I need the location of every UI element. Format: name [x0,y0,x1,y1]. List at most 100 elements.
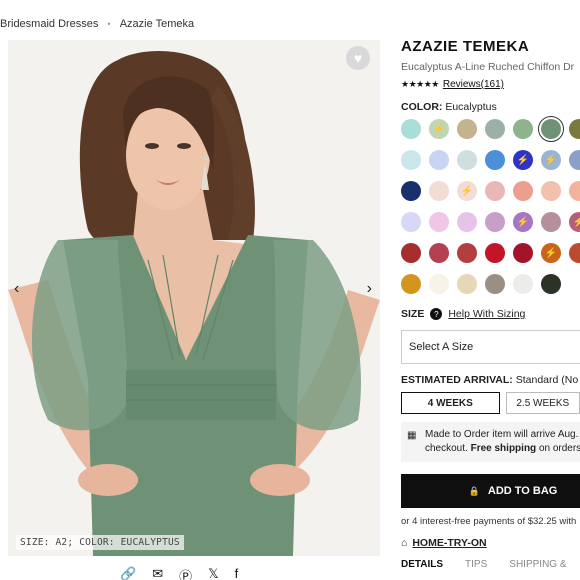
calendar-icon: ▦ [407,430,417,441]
x-icon[interactable]: 𝕏 [208,566,218,580]
color-label: COLOR: Eucalyptus [401,101,580,113]
color-swatch[interactable] [401,274,421,294]
color-swatch[interactable] [429,243,449,263]
reviews-link[interactable]: Reviews(161) [443,79,504,90]
shipping-notice: ▦ Made to Order item will arrive Aug. ch… [401,422,580,462]
color-swatch[interactable]: ⚡ [429,119,449,139]
share-bar: 🔗 ✉ Ⓟ 𝕏 f [120,566,238,580]
product-info: AZAZIE TEMEKA Eucalyptus A-Line Ruched C… [401,38,580,570]
facebook-icon[interactable]: f [235,566,239,580]
color-swatch[interactable] [513,119,533,139]
heart-icon[interactable]: ♥ [346,46,370,70]
color-swatches: ⚡ ⚡ ⚡ ⚡ ⚡ ⚡ ⚡ [401,116,580,294]
star-rating-icon: ★★★★★ [401,79,439,89]
arrival-options: 4 WEEKS 2.5 WEEKS [401,392,580,414]
color-swatch[interactable] [485,181,505,201]
color-swatch[interactable] [457,243,477,263]
arrival-option-4-weeks[interactable]: 4 WEEKS [401,392,500,414]
size-label: SIZE [401,308,425,320]
color-swatch[interactable] [569,243,580,263]
breadcrumb: Bridesmaid Dresses • Azazie Temeka [0,18,194,30]
notice-text-1: Made to Order item will arrive Aug. [425,429,579,440]
color-swatch[interactable]: ⚡ [513,150,533,170]
color-swatch[interactable] [541,274,561,294]
color-swatch[interactable] [485,119,505,139]
arrival-option-2-5-weeks[interactable]: 2.5 WEEKS [505,392,580,414]
color-swatch[interactable]: ⚡ [541,150,561,170]
breadcrumb-item-bridesmaid-dresses[interactable]: Bridesmaid Dresses [0,18,98,30]
color-swatch[interactable] [457,119,477,139]
color-swatch[interactable] [401,212,421,232]
color-swatch[interactable] [457,212,477,232]
quick-ship-icon: ⚡ [460,185,474,197]
notice-text-3: on orders [538,443,580,454]
quick-ship-icon: ⚡ [572,216,580,228]
product-photo[interactable]: ♥ ‹ › SIZE: A2; COLOR: EUCALYPTUS [8,40,380,556]
home-try-on[interactable]: ⌂ HOME-TRY-ON [401,537,580,549]
color-swatch[interactable] [457,274,477,294]
color-swatch[interactable] [401,243,421,263]
color-swatch[interactable] [401,181,421,201]
color-swatch[interactable] [401,119,421,139]
quick-ship-icon: ⚡ [544,247,558,259]
next-arrow-icon[interactable]: › [367,280,372,298]
color-swatch[interactable] [513,274,533,294]
help-icon[interactable]: ? [430,308,443,320]
help-with-sizing-link[interactable]: Help With Sizing [448,308,525,320]
quick-ship-icon: ⚡ [516,154,530,166]
color-swatch[interactable] [569,181,580,201]
photo-caption: SIZE: A2; COLOR: EUCALYPTUS [16,535,184,550]
color-swatch[interactable] [485,212,505,232]
color-swatch[interactable] [513,243,533,263]
tab-details[interactable]: DETAILS [401,559,443,570]
pinterest-icon[interactable]: Ⓟ [179,566,192,580]
detail-tabs: DETAILS TIPS SHIPPING & [401,559,580,570]
add-to-bag-button[interactable]: 🔒 ADD TO BAG [401,474,580,508]
color-swatch[interactable] [569,119,580,139]
quick-ship-icon: ⚡ [516,216,530,228]
installment-text: or 4 interest-free payments of $32.25 wi… [401,516,577,527]
color-swatch[interactable]: ⚡ [513,212,533,232]
quick-ship-icon: ⚡ [432,123,446,135]
home-icon: ⌂ [401,537,408,549]
size-select[interactable]: Select A Size [401,330,580,364]
color-swatch[interactable]: ⚡ [569,212,580,232]
color-swatch[interactable] [541,212,561,232]
product-title: AZAZIE TEMEKA [401,38,530,55]
color-swatch[interactable] [429,212,449,232]
color-swatch[interactable] [569,150,580,170]
email-icon[interactable]: ✉ [152,566,163,580]
tab-tips[interactable]: TIPS [465,559,487,570]
link-icon[interactable]: 🔗 [120,566,136,580]
color-swatch[interactable] [485,274,505,294]
color-swatch[interactable] [429,150,449,170]
product-subtitle: Eucalyptus A-Line Ruched Chiffon Dr [401,61,575,73]
color-swatch[interactable] [457,150,477,170]
color-swatch[interactable] [429,181,449,201]
color-swatch[interactable] [538,116,564,142]
breadcrumb-item-azazie-temeka[interactable]: Azazie Temeka [120,18,194,30]
color-swatch[interactable] [485,243,505,263]
color-swatch[interactable] [401,150,421,170]
quick-ship-icon: ⚡ [544,154,558,166]
model-illustration [8,40,380,556]
color-swatch[interactable] [541,181,561,201]
size-row: SIZE ? Help With Sizing [401,308,580,320]
lock-icon: 🔒 [468,485,480,496]
color-swatch[interactable] [485,150,505,170]
color-value: Eucalyptus [445,101,497,113]
color-swatch[interactable]: ⚡ [541,243,561,263]
arrival-value: Standard (No [515,374,579,386]
prev-arrow-icon[interactable]: ‹ [14,280,19,298]
tab-shipping[interactable]: SHIPPING & [509,559,566,570]
add-to-bag-label: ADD TO BAG [487,485,558,497]
notice-text-2: checkout. [425,443,468,454]
color-swatch[interactable] [513,181,533,201]
color-label-key: COLOR: [401,101,443,113]
breadcrumb-separator: • [107,19,111,29]
estimated-arrival: ESTIMATED ARRIVAL: Standard (No [401,374,580,386]
color-swatch[interactable] [429,274,449,294]
notice-free-shipping: Free shipping [470,443,537,454]
color-swatch[interactable]: ⚡ [457,181,477,201]
rating: ★★★★★ Reviews(161) [401,79,580,90]
